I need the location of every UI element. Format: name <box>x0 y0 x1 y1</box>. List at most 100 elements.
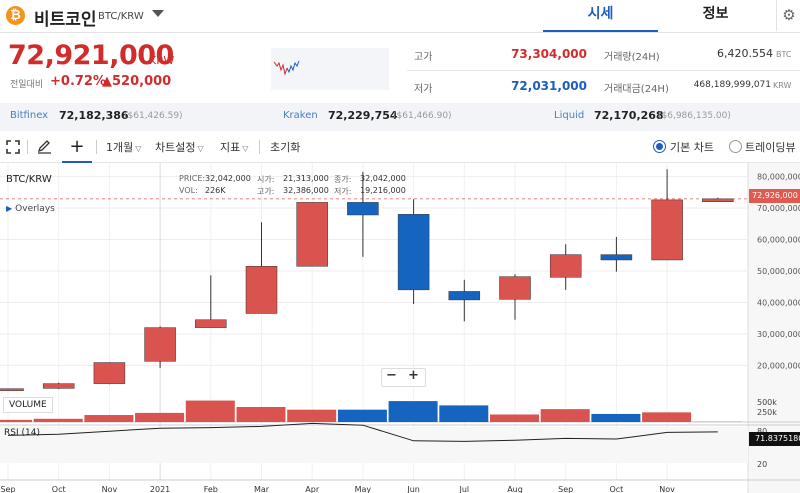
chevron-down-icon[interactable] <box>152 10 164 17</box>
x-tick-label: Nov <box>102 485 118 493</box>
pencil-icon[interactable] <box>37 139 52 158</box>
candle-body <box>549 254 582 278</box>
interval-label: 1개월 <box>106 141 134 154</box>
zoom-out-button[interactable]: − <box>381 368 402 385</box>
rsi-band <box>0 427 748 463</box>
exchange-usd: ($61,466.90) <box>393 111 452 121</box>
ohlc-price-label: PRICE: <box>179 174 206 183</box>
candle-body <box>600 254 633 261</box>
candle-body <box>144 327 176 362</box>
candle-body <box>42 383 75 389</box>
low-value: 72,031,000 <box>511 79 587 93</box>
toolbar-divider <box>27 140 28 154</box>
volume-bar <box>388 401 438 422</box>
x-tick-label: Apr <box>305 485 320 493</box>
candle-body <box>499 276 531 300</box>
candle-body <box>93 362 126 384</box>
volume-unit: BTC <box>776 50 792 59</box>
pencil-icon-svg <box>37 140 51 154</box>
exchange-price: 72,182,386 <box>59 109 129 122</box>
volume-bar <box>540 409 590 422</box>
exchange-name[interactable]: Liquid <box>554 110 584 121</box>
toolbar-divider <box>96 140 97 154</box>
y-tick-label: 20,000,000 <box>757 361 800 370</box>
amount-unit: KRW <box>773 81 792 90</box>
basic-chart-radio[interactable] <box>653 140 666 153</box>
bitcoin-logo-icon: ₿ <box>6 6 25 25</box>
ohlc-low: 19,216,000 <box>360 186 406 195</box>
volume-bar <box>0 419 32 422</box>
sparkline-svg <box>273 60 300 76</box>
fullscreen-icon[interactable] <box>6 139 20 158</box>
ohlc-open: 21,313,000 <box>283 174 329 183</box>
x-tick-label: Jul <box>458 485 469 493</box>
ohlc-high: 32,386,000 <box>283 186 329 195</box>
x-tick-label: Mar <box>254 485 270 493</box>
volume-bar <box>33 418 83 422</box>
exchange-name[interactable]: Bitfinex <box>10 110 48 121</box>
ohlc-open-label: 시가: <box>257 175 275 184</box>
exchange-name[interactable]: Kraken <box>283 110 318 121</box>
ohlc-high-label: 고가: <box>257 187 275 196</box>
x-tick-label: Feb <box>204 485 218 493</box>
x-tick-label: Sep <box>558 485 573 493</box>
y-tick-label: 80,000,000 <box>757 173 800 182</box>
tab-price[interactable]: 시세 <box>543 0 658 32</box>
stat-divider <box>407 70 800 71</box>
tab-info[interactable]: 정보 <box>658 0 773 30</box>
price-unit: KRW <box>149 54 175 67</box>
volume-label: 거래량(24H) <box>604 52 660 63</box>
candle-body <box>448 291 481 301</box>
zoom-in-button[interactable]: + <box>403 368 424 385</box>
trading-view-radio[interactable] <box>729 140 742 153</box>
ohlc-vol: 226K <box>205 186 226 195</box>
change-amount: ▲520,000 <box>102 74 172 89</box>
exchange-usd: ($61,426.59) <box>124 111 183 121</box>
volume-tick: 250k <box>757 408 777 417</box>
indicators-label: 지표 <box>220 141 241 154</box>
volume-panel-label[interactable]: VOLUME <box>3 397 53 413</box>
chevron-down-icon: ▽ <box>197 144 204 153</box>
ohlc-low-label: 저가: <box>334 187 352 196</box>
ohlc-vol-label: VOL: <box>179 186 198 195</box>
x-tick-label: Oct <box>609 485 623 493</box>
change-label: 전일대비 <box>10 80 44 90</box>
volume-bar <box>642 412 692 422</box>
interval-dropdown[interactable]: 1개월 ▽ <box>106 139 141 155</box>
x-tick-label: Aug <box>507 485 523 493</box>
price-chart[interactable]: 80,000,000 70,000,000 60,000,000 50,000,000… <box>0 163 800 493</box>
volume-bar <box>337 409 387 422</box>
trading-view-label[interactable]: 트레이딩뷰 <box>745 139 796 155</box>
candle-body <box>397 214 430 291</box>
high-label: 고가 <box>414 52 433 63</box>
volume-bar <box>185 400 235 422</box>
chart-settings-dropdown[interactable]: 차트설정 ▽ <box>155 139 204 155</box>
change-percent: +0.72% <box>50 74 106 89</box>
x-tick-label: Nov <box>659 485 675 493</box>
overlays-toggle[interactable]: ▶ Overlays <box>6 204 55 214</box>
volume-value: 6,420.554 <box>717 47 773 60</box>
reset-button[interactable]: 초기화 <box>270 139 300 155</box>
exchange-price: 72,170,268 <box>594 109 664 122</box>
sparkline-down <box>286 60 300 74</box>
rsi-tick: 20 <box>757 460 768 469</box>
volume-tick: 500k <box>757 398 777 407</box>
candle-body <box>195 319 227 328</box>
y-tick-label: 50,000,000 <box>757 267 800 276</box>
triangle-right-icon: ▶ <box>6 204 13 213</box>
overlays-label: Overlays <box>15 204 55 214</box>
crosshair-icon[interactable]: + <box>62 133 92 163</box>
rsi-panel-label[interactable]: RSI (14) <box>4 428 40 438</box>
indicators-dropdown[interactable]: 지표 ▽ <box>220 139 248 155</box>
gear-icon[interactable]: ⚙ <box>776 0 800 31</box>
volume-bar <box>591 413 641 422</box>
x-tick-label: Jun <box>406 485 420 493</box>
candle-body <box>0 388 24 391</box>
coin-pair: BTC/KRW <box>98 11 144 22</box>
candle-body <box>296 202 328 267</box>
last-price-tag: 72,926,000 <box>749 189 800 203</box>
basic-chart-label[interactable]: 기본 차트 <box>670 139 714 155</box>
chart-settings-label: 차트설정 <box>155 141 196 154</box>
y-tick-label: 60,000,000 <box>757 236 800 245</box>
volume-bar <box>84 415 134 422</box>
